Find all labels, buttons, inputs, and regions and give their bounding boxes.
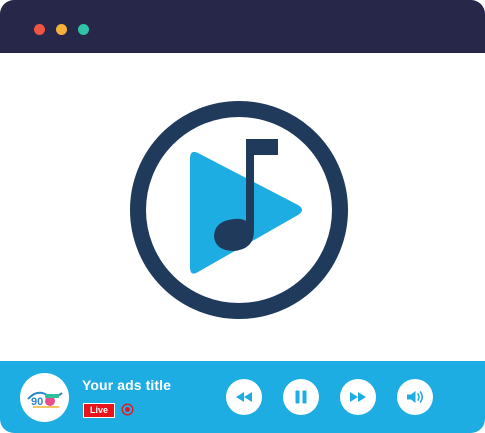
app-window: 90 Your ads title Live	[0, 0, 485, 433]
fast-forward-button[interactable]	[340, 379, 376, 415]
minimize-window-button[interactable]	[56, 24, 67, 35]
player-bar: 90 Your ads title Live	[0, 361, 485, 433]
station-logo-icon[interactable]: 90	[20, 373, 69, 422]
pause-button[interactable]	[283, 379, 319, 415]
record-icon[interactable]	[121, 403, 134, 416]
close-window-button[interactable]	[34, 24, 45, 35]
ad-title: Your ads title	[82, 377, 172, 393]
rewind-icon	[236, 392, 252, 402]
pause-icon	[295, 390, 307, 404]
fast-forward-icon	[350, 392, 366, 402]
volume-icon	[407, 391, 424, 403]
station-logo-graphic: 90	[26, 391, 63, 408]
live-badge: Live	[83, 403, 116, 418]
main-content	[0, 53, 485, 361]
svg-text:90: 90	[31, 396, 43, 408]
music-play-logo-icon	[130, 101, 348, 319]
volume-button[interactable]	[397, 379, 433, 415]
maximize-window-button[interactable]	[78, 24, 89, 35]
window-titlebar	[0, 0, 485, 53]
rewind-button[interactable]	[226, 379, 262, 415]
